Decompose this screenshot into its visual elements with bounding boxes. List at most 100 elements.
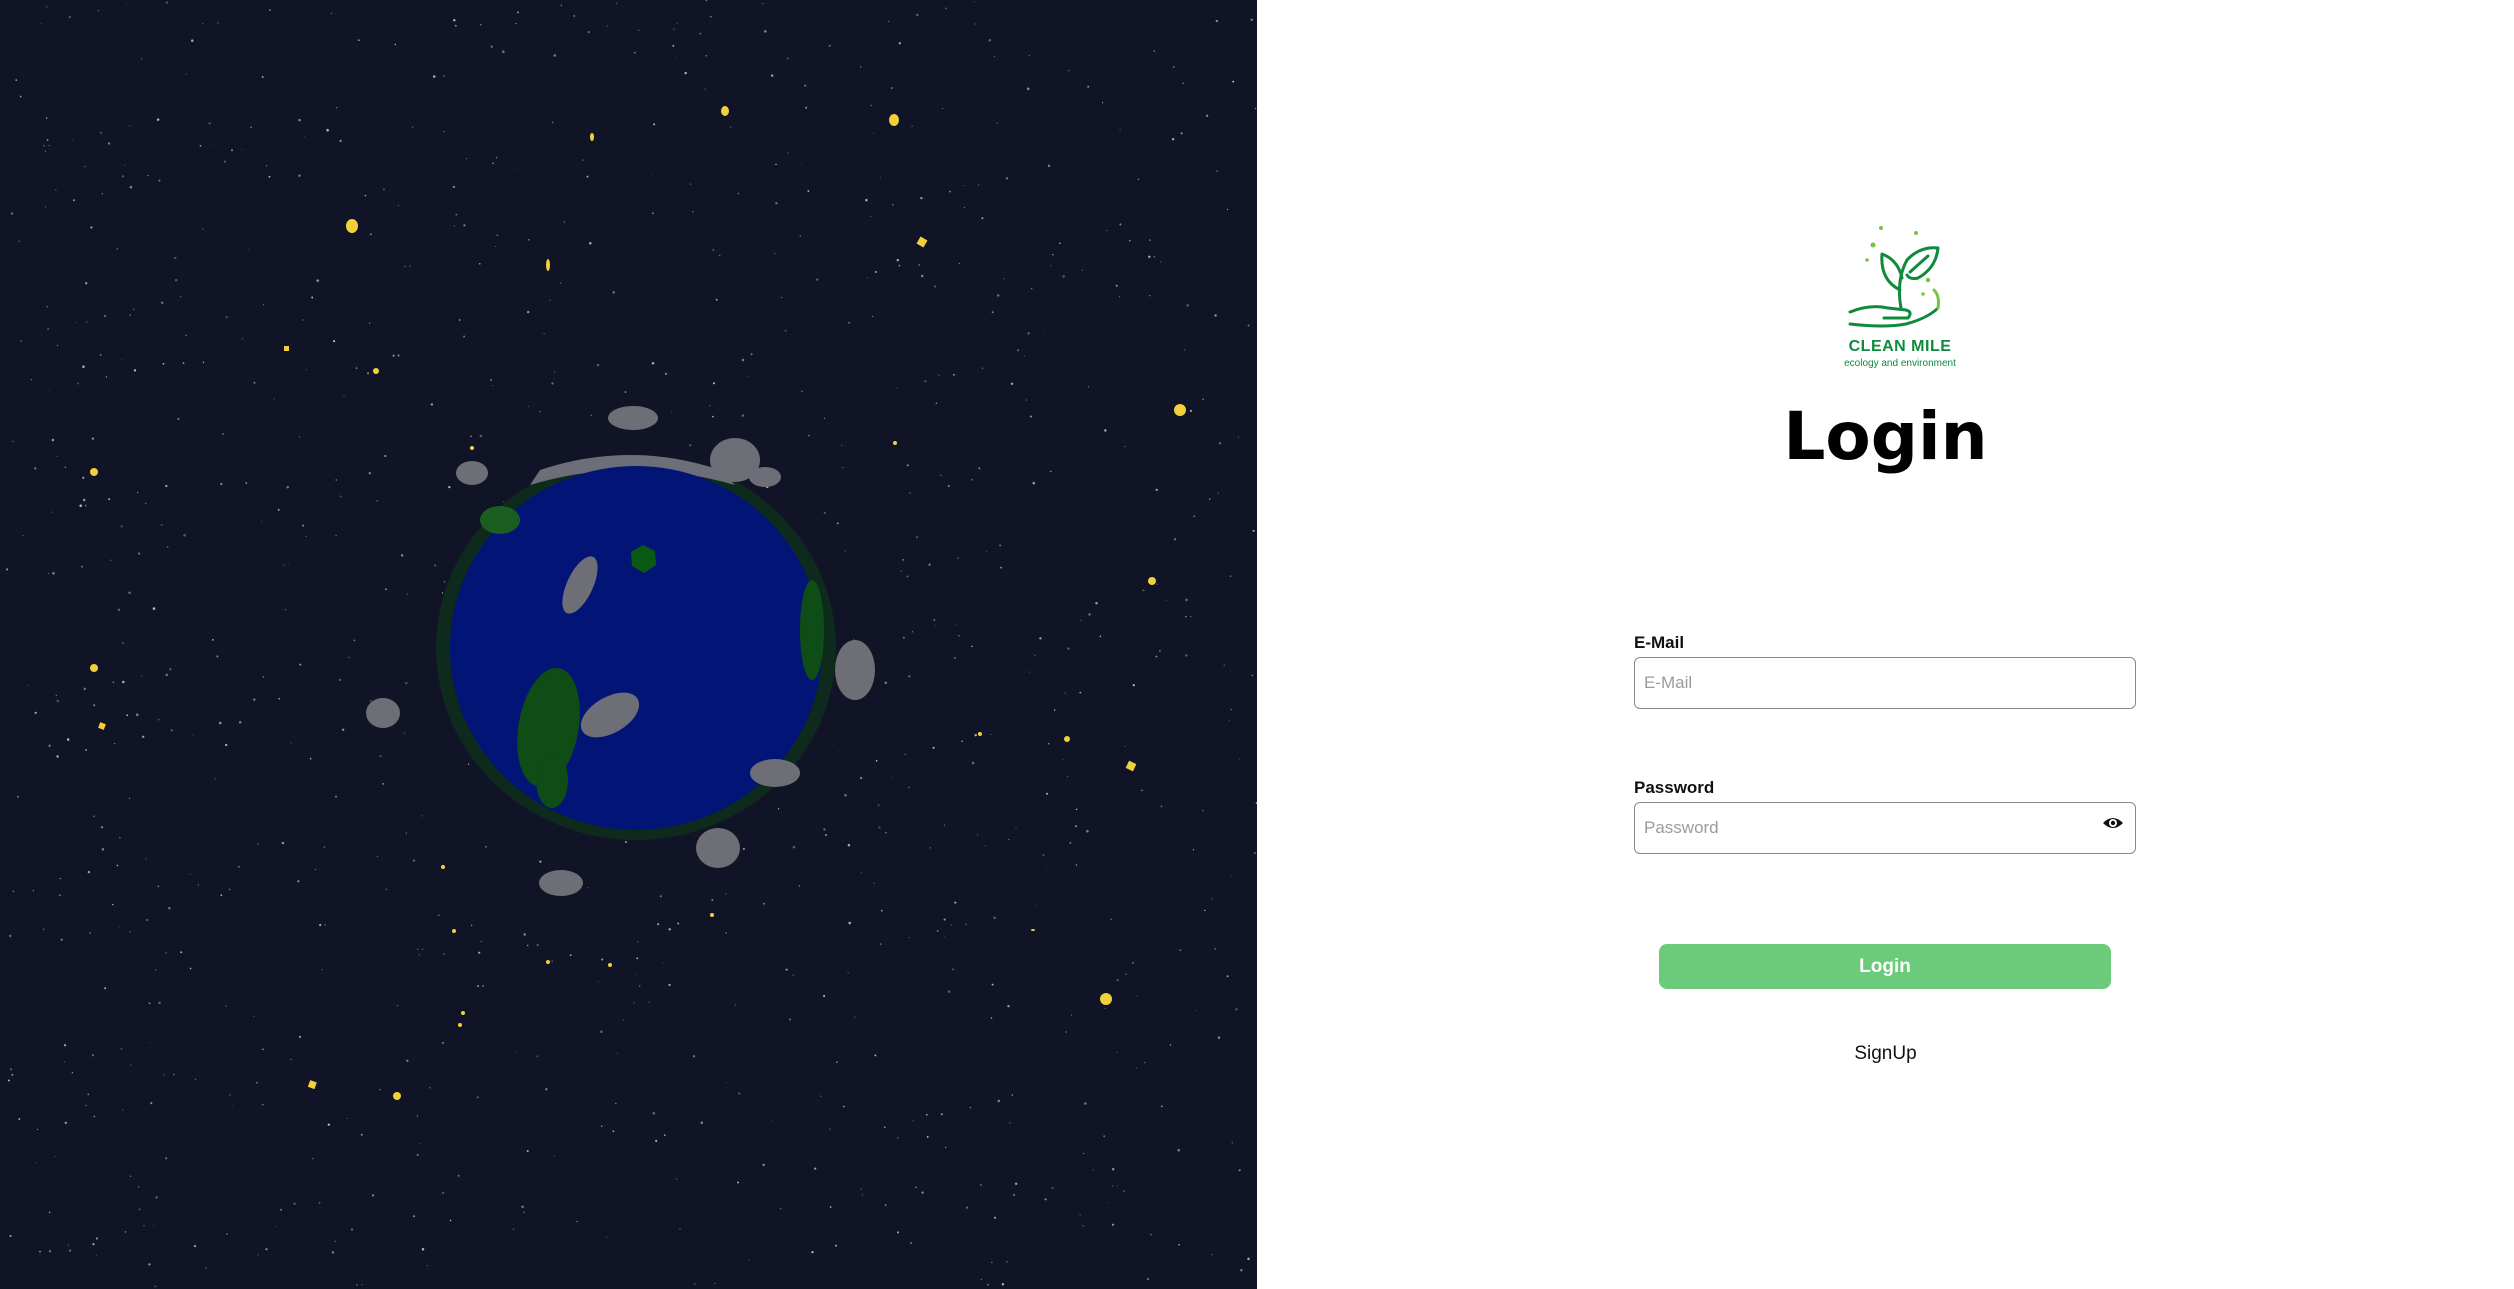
star (144, 502, 147, 505)
star (490, 379, 492, 381)
star (715, 298, 718, 301)
star (63, 1061, 65, 1063)
star (458, 319, 461, 321)
star (816, 278, 819, 281)
star (536, 943, 539, 947)
star (297, 880, 300, 883)
star (1124, 746, 1126, 747)
star (560, 4, 563, 7)
star (262, 1048, 264, 1051)
star (346, 1118, 348, 1119)
star (878, 826, 881, 829)
star (1087, 385, 1090, 388)
star (91, 437, 94, 440)
star (785, 968, 788, 971)
star (848, 921, 851, 925)
star (47, 328, 49, 330)
star (32, 890, 34, 892)
star (253, 698, 256, 701)
star (942, 108, 944, 109)
star (725, 931, 728, 934)
password-field[interactable] (1634, 802, 2136, 854)
star (46, 5, 48, 8)
star (526, 1149, 529, 1153)
star (1074, 824, 1078, 828)
star (432, 75, 436, 78)
star (416, 1153, 419, 1156)
star (298, 1035, 302, 1039)
signup-link[interactable]: SignUp (1257, 1043, 2514, 1065)
star (1059, 242, 1061, 245)
star (1067, 775, 1069, 777)
star (896, 1231, 900, 1234)
star (148, 1263, 151, 1266)
star (43, 145, 45, 147)
star (326, 128, 329, 132)
star (898, 264, 901, 267)
star (1148, 255, 1151, 258)
star (334, 795, 338, 798)
star (884, 681, 888, 685)
star (455, 213, 458, 216)
star (224, 160, 226, 163)
star (823, 995, 826, 998)
star (284, 608, 287, 611)
star (338, 678, 341, 682)
star (652, 1111, 656, 1115)
star (1086, 829, 1089, 833)
star (906, 575, 909, 578)
star (1146, 1277, 1150, 1281)
star (1005, 177, 1009, 180)
star (403, 265, 406, 268)
star (676, 22, 678, 24)
star (457, 1174, 460, 1177)
star (1172, 66, 1175, 68)
star (788, 1018, 792, 1021)
star (870, 216, 872, 218)
star (705, 54, 708, 57)
star (986, 550, 988, 552)
star (67, 1244, 70, 1246)
star (904, 753, 906, 755)
eye-icon[interactable] (2102, 815, 2124, 831)
star (104, 987, 107, 990)
star (729, 126, 732, 128)
star (916, 13, 919, 17)
star (699, 32, 702, 35)
star (194, 1078, 196, 1080)
star (823, 417, 825, 419)
star (137, 1186, 140, 1188)
star (321, 968, 323, 970)
star (107, 142, 111, 145)
star (419, 1143, 421, 1145)
star (58, 894, 61, 897)
star (624, 391, 627, 393)
star (670, 412, 672, 414)
star (1189, 409, 1193, 413)
star (60, 938, 63, 941)
star (551, 121, 554, 124)
star (87, 1093, 90, 1096)
star (1047, 742, 1050, 745)
star (128, 591, 131, 595)
star (221, 433, 224, 435)
login-button[interactable]: Login (1659, 944, 2111, 989)
star (996, 122, 998, 124)
star (1119, 129, 1121, 131)
star (1071, 1014, 1072, 1016)
star (413, 1215, 416, 1218)
star (281, 841, 285, 845)
star (553, 1155, 555, 1157)
star (1160, 1105, 1163, 1108)
star (1111, 1167, 1115, 1171)
star (253, 381, 256, 384)
star (141, 675, 143, 677)
star (122, 642, 124, 644)
star (421, 815, 423, 817)
star (105, 376, 108, 378)
email-field[interactable] (1634, 657, 2136, 709)
star (466, 158, 467, 160)
star (823, 511, 826, 514)
star (648, 1001, 650, 1004)
star (147, 174, 149, 177)
